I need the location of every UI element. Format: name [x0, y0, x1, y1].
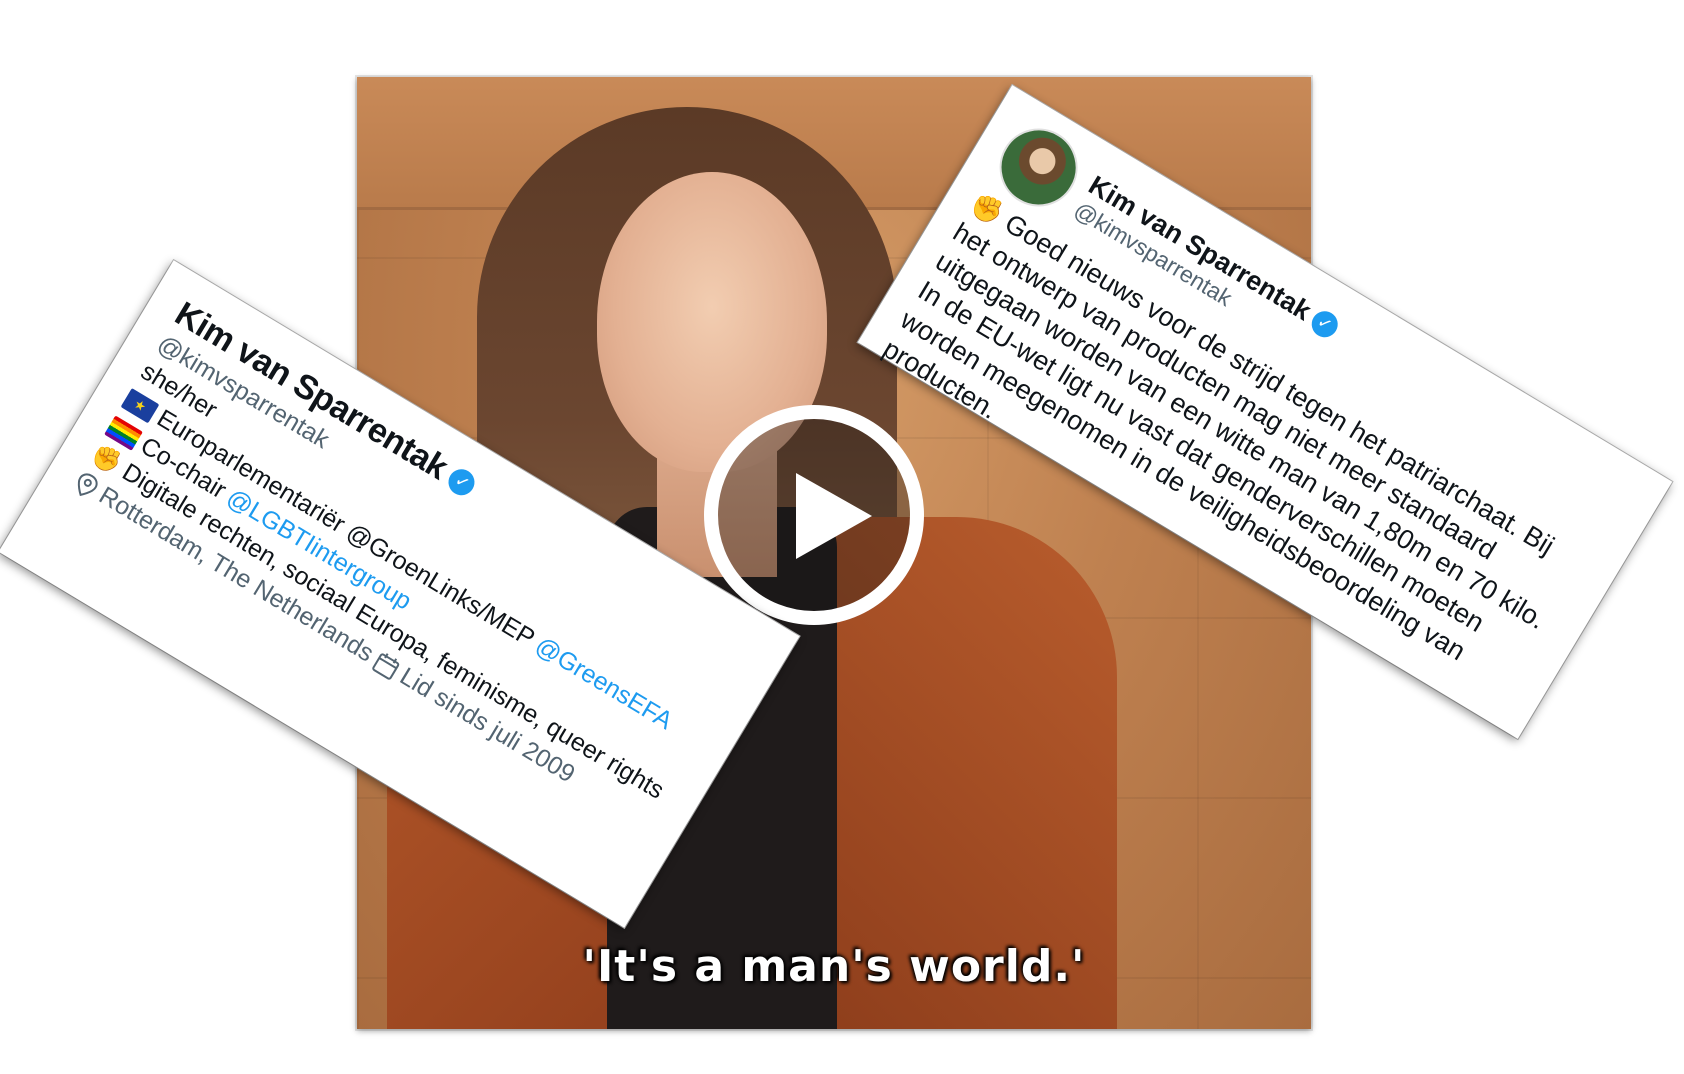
calendar-icon — [372, 652, 400, 680]
verified-badge-icon: ✓ — [444, 464, 480, 500]
video-subtitle: 'It's a man's world.' — [582, 941, 1086, 992]
play-button[interactable] — [704, 405, 924, 625]
collage: 'It's a man's world.' Kim van Sparrentak… — [0, 0, 1684, 1074]
play-icon — [796, 473, 872, 559]
